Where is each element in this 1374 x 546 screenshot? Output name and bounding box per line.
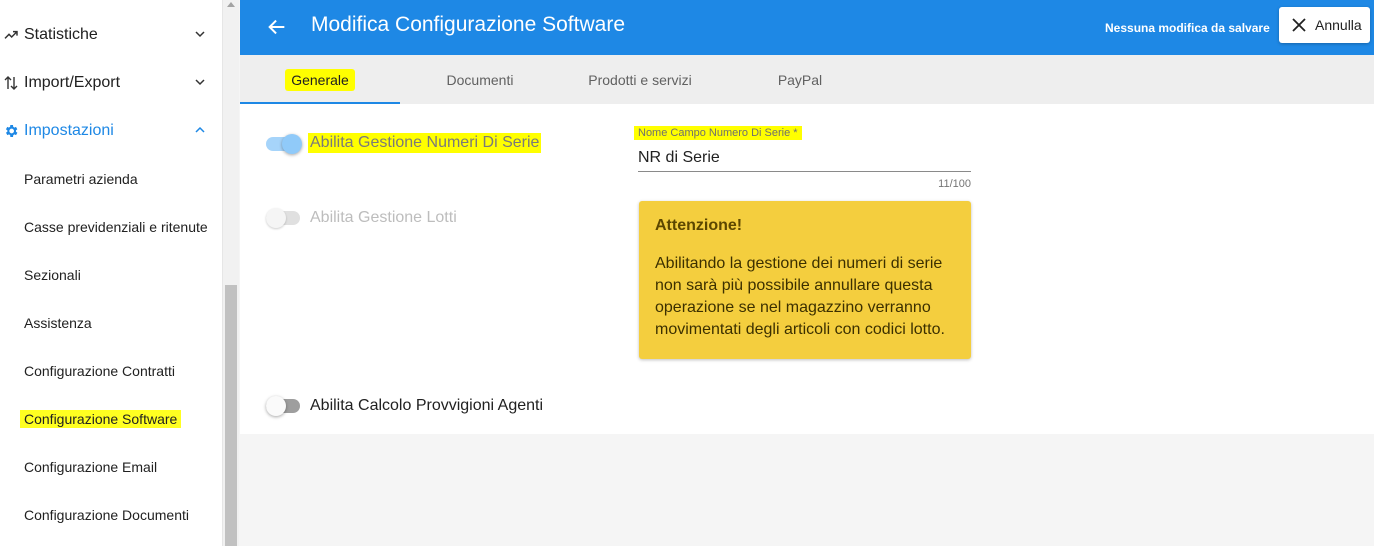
sidebar-item-label: Configurazione Software — [20, 410, 182, 428]
top-app-bar: Modifica Configurazione Software Nessuna… — [240, 0, 1374, 55]
main-panel: Modifica Configurazione Software Nessuna… — [240, 0, 1374, 546]
tab-label: Generale — [285, 68, 355, 91]
lots-toggle[interactable] — [266, 208, 302, 228]
chevron-down-icon — [195, 31, 205, 38]
sidebar-item-label: Configurazione Documenti — [24, 507, 189, 523]
settings-content: Abilita Gestione Numeri Di Serie Abilita… — [240, 104, 1374, 434]
chevron-up-icon — [195, 126, 205, 133]
warning-alert: Attenzione! Abilitando la gestione dei n… — [639, 201, 971, 359]
trending-up-icon — [2, 26, 20, 44]
sidebar-item-configurazione-software[interactable]: Configurazione Software — [20, 407, 222, 431]
tab-paypal[interactable]: PayPal — [720, 55, 880, 104]
agent-commissions-label: Abilita Calcolo Provvigioni Agenti — [310, 397, 544, 414]
swap-vertical-icon — [2, 74, 20, 92]
sidebar-group-label: Statistiche — [24, 26, 98, 43]
sidebar-item-parametri-azienda[interactable]: Parametri azienda — [24, 167, 222, 191]
toggle-knob — [266, 208, 286, 228]
save-status-text: Nessuna modifica da salvare — [1105, 21, 1270, 35]
tab-label: Prodotti e servizi — [588, 71, 692, 88]
tab-label: PayPal — [777, 71, 823, 88]
sidebar-group-label: Impostazioni — [24, 122, 114, 139]
sidebar-item-label: Assistenza — [24, 315, 92, 331]
cancel-button[interactable]: Annulla — [1279, 7, 1370, 43]
page-title: Modifica Configurazione Software — [311, 13, 625, 36]
cancel-button-label: Annulla — [1315, 17, 1362, 33]
sidebar-item-casse-previdenziali[interactable]: Casse previdenziali e ritenute — [24, 215, 222, 239]
serial-numbers-toggle[interactable] — [266, 134, 302, 154]
sidebar-item-label: Sezionali — [24, 267, 81, 283]
tab-label: Documenti — [446, 71, 514, 88]
app-root: Statistiche Import/Export Impostazioni P… — [0, 0, 1374, 546]
scroll-up-arrow-icon[interactable] — [227, 2, 235, 7]
tab-bar: Generale Documenti Prodotti e servizi Pa… — [240, 55, 1374, 104]
chevron-down-icon — [195, 79, 205, 86]
sidebar-item-configurazione-email[interactable]: Configurazione Email — [24, 455, 222, 479]
character-counter: 11/100 — [938, 178, 971, 190]
sidebar-group-import-export[interactable]: Import/Export — [0, 63, 222, 103]
sidebar-item-label: Configurazione Contratti — [24, 363, 175, 379]
warning-title: Attenzione! — [655, 217, 743, 234]
sidebar-group-label: Import/Export — [24, 74, 121, 91]
sidebar: Statistiche Import/Export Impostazioni P… — [0, 0, 222, 546]
close-icon — [1292, 18, 1306, 32]
agent-commissions-toggle[interactable] — [266, 396, 302, 416]
serial-field-input[interactable] — [638, 144, 971, 172]
tab-generale[interactable]: Generale — [240, 55, 400, 104]
toggle-knob — [266, 396, 286, 416]
lots-label: Abilita Gestione Lotti — [310, 209, 457, 226]
warning-text: Abilitando la gestione dei numeri di ser… — [655, 255, 945, 338]
sidebar-group-statistiche[interactable]: Statistiche — [0, 15, 222, 55]
serial-numbers-label: Abilita Gestione Numeri Di Serie — [308, 133, 542, 153]
gear-icon — [2, 122, 20, 140]
tab-prodotti-servizi[interactable]: Prodotti e servizi — [560, 55, 720, 104]
sidebar-scrollbar[interactable] — [222, 0, 239, 546]
sidebar-item-label: Parametri azienda — [24, 171, 138, 187]
scrollbar-thumb[interactable] — [225, 285, 237, 546]
sidebar-item-configurazione-documenti[interactable]: Configurazione Documenti — [24, 503, 222, 527]
tab-documenti[interactable]: Documenti — [400, 55, 560, 104]
sidebar-item-sezionali[interactable]: Sezionali — [24, 263, 222, 287]
sidebar-item-configurazione-contratti[interactable]: Configurazione Contratti — [24, 359, 222, 383]
sidebar-item-assistenza[interactable]: Assistenza — [24, 311, 222, 335]
sidebar-item-label: Casse previdenziali e ritenute — [24, 219, 208, 235]
toggle-knob — [282, 134, 302, 154]
serial-field-label: Nome Campo Numero Di Serie * — [634, 126, 802, 140]
sidebar-group-impostazioni[interactable]: Impostazioni — [0, 111, 222, 151]
sidebar-item-label: Configurazione Email — [24, 459, 158, 475]
back-arrow-icon[interactable] — [266, 16, 288, 38]
